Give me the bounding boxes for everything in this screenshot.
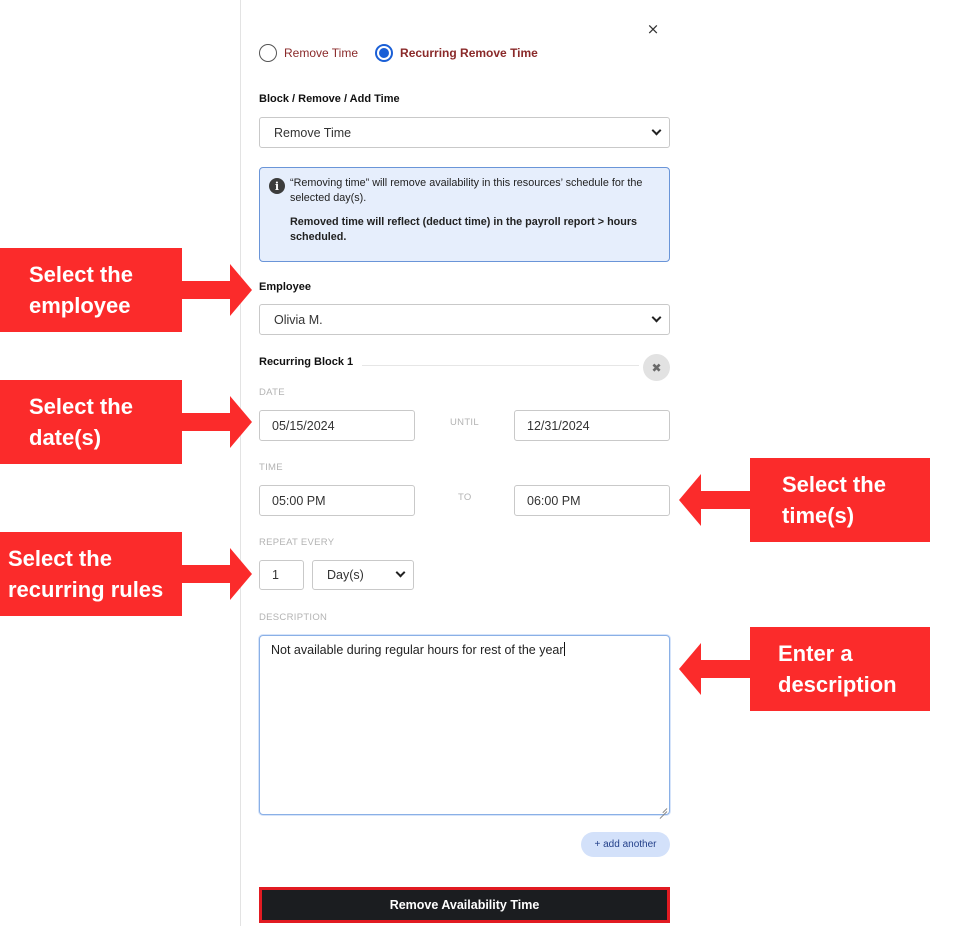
callout-line: Enter a xyxy=(778,641,853,666)
repeat-unit-select[interactable]: Day(s) xyxy=(312,560,414,590)
end-date-input[interactable]: 12/31/2024 xyxy=(514,410,670,441)
time-to-label: TO xyxy=(458,492,472,503)
repeat-every-label: REPEAT EVERY xyxy=(259,537,335,548)
callout-times: Select the time(s) xyxy=(750,458,930,542)
callout-line: Select the xyxy=(782,472,886,497)
arrow-shaft xyxy=(180,565,232,583)
arrow-right-icon xyxy=(230,264,252,316)
arrow-right-icon xyxy=(230,548,252,600)
arrow-left-icon xyxy=(679,643,701,695)
arrow-shaft xyxy=(180,413,232,431)
remove-time-label[interactable]: Remove Time xyxy=(284,46,358,60)
callout-line: date(s) xyxy=(29,425,102,450)
recurring-block-title: Recurring Block 1 xyxy=(259,356,354,368)
mode-radio-group: Remove Time Recurring Remove Time xyxy=(259,44,555,62)
info-text: “Removing time” will remove availability… xyxy=(290,177,643,204)
date-label: DATE xyxy=(259,387,285,398)
panel-divider xyxy=(240,0,241,926)
start-date-input[interactable]: 05/15/2024 xyxy=(259,410,415,441)
employee-label: Employee xyxy=(259,281,311,293)
arrow-right-icon xyxy=(230,396,252,448)
add-another-button[interactable]: + add another xyxy=(581,832,670,857)
employee-value: Olivia M. xyxy=(274,312,323,327)
block-divider xyxy=(362,365,639,366)
callout-rules: Select the recurring rules xyxy=(0,532,182,616)
callout-description: Enter a description xyxy=(750,627,930,711)
callout-line: Select the xyxy=(29,262,133,287)
callout-dates: Select the date(s) xyxy=(0,380,182,464)
callout-line: time(s) xyxy=(782,503,855,528)
description-textarea[interactable]: Not available during regular hours for r… xyxy=(259,635,670,815)
info-bold-text: Removed time will reflect (deduct time) … xyxy=(290,216,638,243)
resize-handle-icon[interactable] xyxy=(659,804,667,812)
time-label: TIME xyxy=(259,462,283,473)
text-caret xyxy=(563,642,565,656)
chevron-down-icon xyxy=(395,567,406,578)
chevron-down-icon xyxy=(651,125,662,135)
repeat-unit-value: Day(s) xyxy=(327,568,364,582)
callout-line: employee xyxy=(29,293,131,318)
info-notice: i “Removing time” will remove availabili… xyxy=(259,167,670,262)
recurring-remove-time-label[interactable]: Recurring Remove Time xyxy=(400,46,538,60)
callout-line: description xyxy=(778,672,897,697)
description-label: DESCRIPTION xyxy=(259,612,328,623)
end-time-input[interactable]: 06:00 PM xyxy=(514,485,670,516)
recurring-remove-time-radio[interactable] xyxy=(375,44,394,62)
block-type-value: Remove Time xyxy=(274,125,352,140)
callout-line: Select the xyxy=(8,546,112,571)
block-type-select[interactable]: Remove Time xyxy=(259,117,670,148)
date-until-label: UNTIL xyxy=(450,417,479,428)
description-text: Not available during regular hours for r… xyxy=(271,643,564,657)
remove-availability-time-button[interactable]: Remove Availability Time xyxy=(259,887,670,923)
repeat-count-input[interactable]: 1 xyxy=(259,560,304,590)
callout-employee: Select the employee xyxy=(0,248,182,332)
callout-line: Select the xyxy=(29,394,133,419)
start-time-input[interactable]: 05:00 PM xyxy=(259,485,415,516)
arrow-left-icon xyxy=(679,474,701,526)
arrow-shaft xyxy=(180,281,232,299)
close-icon[interactable]: × xyxy=(644,18,662,40)
remove-block-icon[interactable]: ✖ xyxy=(643,354,670,381)
employee-select[interactable]: Olivia M. xyxy=(259,304,670,335)
chevron-down-icon xyxy=(651,312,662,322)
callout-line: recurring rules xyxy=(8,577,164,602)
arrow-shaft xyxy=(700,491,752,509)
arrow-shaft xyxy=(700,660,752,678)
block-type-label: Block / Remove / Add Time xyxy=(259,93,400,105)
info-icon: i xyxy=(269,178,285,194)
remove-time-radio[interactable] xyxy=(259,44,277,62)
